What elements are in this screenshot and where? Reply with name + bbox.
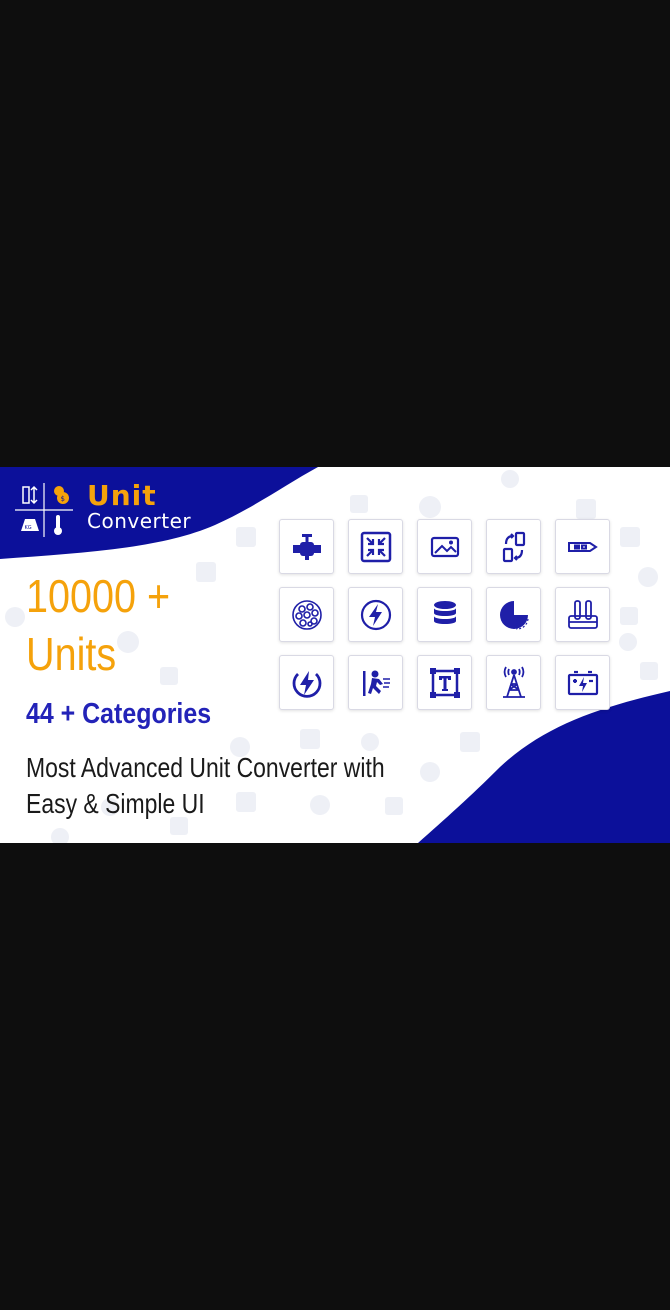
logo-subtitle: Converter [87, 509, 192, 533]
running-person-icon[interactable] [348, 655, 403, 710]
data-transfer-icon[interactable] [486, 519, 541, 574]
database-icon[interactable] [417, 587, 472, 642]
units-count: 10000 + [26, 570, 171, 622]
app-logo: $ KG [13, 481, 75, 539]
units-label: Units [26, 628, 117, 680]
text-box-icon[interactable] [417, 655, 472, 710]
tagline-line1: Most Advanced Unit Converter with [26, 752, 385, 783]
pie-chart-icon[interactable] [486, 587, 541, 642]
tagline-line2: Easy & Simple UI [26, 788, 205, 819]
cells-icon[interactable] [279, 587, 334, 642]
image-icon[interactable] [417, 519, 472, 574]
svg-text:KG: KG [25, 525, 32, 531]
compress-icon[interactable] [348, 519, 403, 574]
categories-count: 44 + Categories [26, 698, 212, 730]
category-icon-grid [279, 519, 610, 710]
radio-tower-icon[interactable] [486, 655, 541, 710]
usb-stick-icon[interactable] [555, 519, 610, 574]
logo-title: Unit [87, 479, 157, 512]
tagline: Most Advanced Unit Converter with Easy &… [26, 750, 385, 822]
lightning-circle-icon[interactable] [348, 587, 403, 642]
battery-icon[interactable] [555, 655, 610, 710]
promo-banner: $ KG Unit Converter 10000 + Units 44 + C… [0, 467, 670, 843]
power-icon[interactable] [279, 655, 334, 710]
test-tubes-icon[interactable] [555, 587, 610, 642]
pipe-valve-icon[interactable] [279, 519, 334, 574]
svg-text:$: $ [61, 495, 65, 503]
